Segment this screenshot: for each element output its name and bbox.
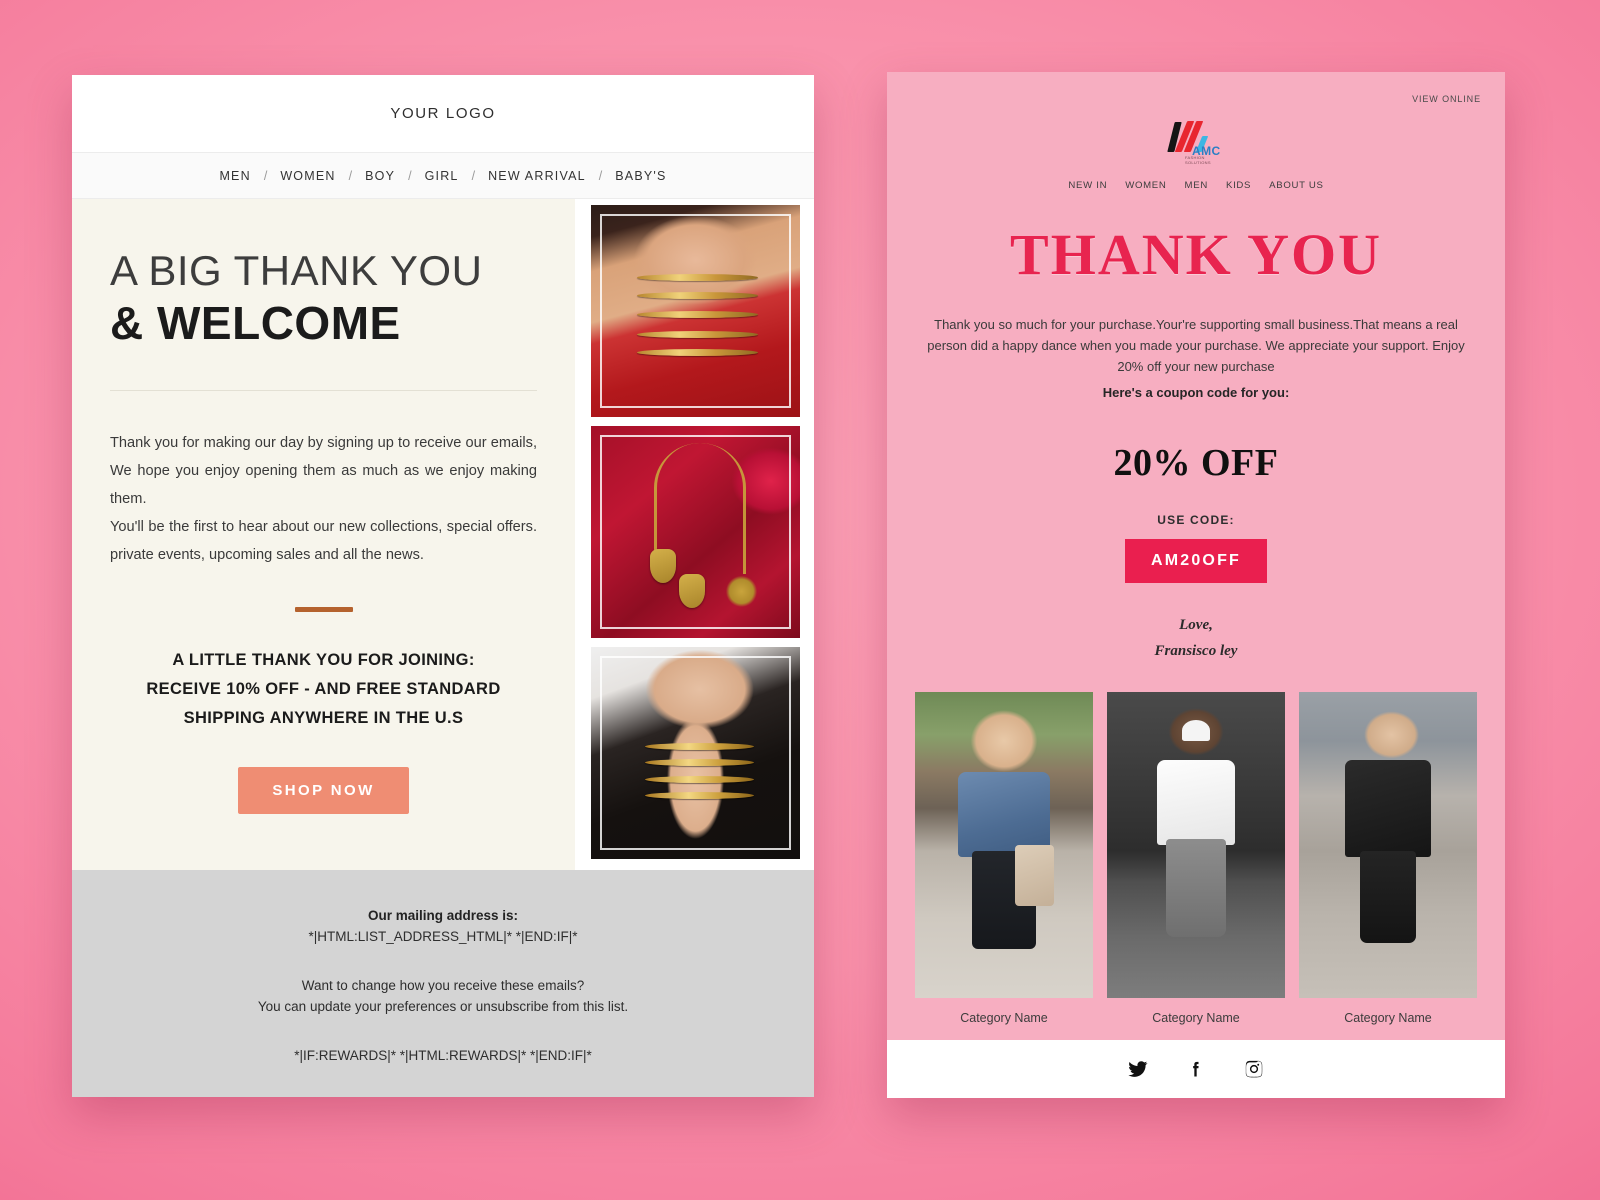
white-tee-shape (1156, 759, 1236, 846)
category-card-1[interactable]: Category Name (915, 692, 1093, 1025)
nav-item-men[interactable]: MEN (217, 169, 252, 183)
category-label-1: Category Name (960, 1011, 1048, 1026)
thank-you-body: Thank you so much for your purchase.Your… (923, 314, 1469, 403)
nav-separator: / (471, 168, 476, 183)
nav-separator: / (263, 168, 268, 183)
social-links-bar (887, 1040, 1505, 1098)
nav-item-babys[interactable]: BABY'S (613, 169, 668, 183)
nav-item-about-us[interactable]: ABOUT US (1269, 180, 1323, 191)
nav-separator: / (348, 168, 353, 183)
shop-now-button[interactable]: SHOP NOW (238, 763, 409, 815)
product-thumbnail-2[interactable] (591, 426, 800, 638)
mailing-address-merge-tag: *|HTML:LIST_ADDRESS_HTML|* *|END:IF|* (308, 929, 578, 944)
product-thumbnail-3[interactable] (591, 647, 800, 859)
coupon-code-badge[interactable]: AM20OFF (1124, 539, 1268, 584)
category-image-3 (1299, 692, 1477, 999)
signature-name: Fransisco ley (1154, 642, 1238, 659)
email-image-column (575, 199, 814, 870)
offer-line-3: SHIPPING ANYWHERE IN THE U.S (183, 709, 464, 728)
earring-right (678, 574, 705, 609)
category-grid: Category Name Category Name Category Nam… (887, 692, 1505, 1025)
brand-logo-text: YOUR LOGO (390, 105, 496, 122)
black-trouser-shape (1359, 851, 1417, 944)
screenshot-stage: YOUR LOGO MEN / WOMEN / BOY / GIRL / NEW… (0, 0, 1600, 1200)
nav-item-kids[interactable]: KIDS (1226, 180, 1251, 191)
view-online-link[interactable]: VIEW ONLINE (887, 72, 1505, 104)
signature-salutation: Love, (1179, 617, 1213, 634)
preferences-link-line[interactable]: You can update your preferences or unsub… (72, 999, 814, 1014)
facebook-icon[interactable] (1186, 1059, 1206, 1079)
email-logo-bar: YOUR LOGO (72, 75, 814, 153)
nav-separator: / (598, 168, 603, 183)
jogger-shape (1165, 839, 1227, 937)
use-code-label: USE CODE: (1157, 513, 1235, 528)
category-image-2 (1107, 692, 1285, 999)
email-body: A BIG THANK YOU & WELCOME Thank you for … (72, 199, 814, 870)
instagram-icon[interactable] (1244, 1059, 1264, 1079)
intro-paragraph-2: You'll be the first to hear about our ne… (110, 519, 537, 564)
nav-separator: / (408, 168, 412, 183)
handbag-shape (1014, 845, 1054, 907)
body-line-1: Thank you so much for your purchase.Your… (934, 317, 1380, 332)
nav-item-girl[interactable]: GIRL (423, 169, 461, 183)
intro-paragraph-1: Thank you for making our day by signing … (110, 434, 537, 507)
gold-chain-overlay-1 (636, 269, 759, 358)
rewards-merge-tag: *|IF:REWARDS|* *|HTML:REWARDS|* *|END:IF… (294, 1048, 592, 1063)
nav-item-new-in[interactable]: NEW IN (1068, 180, 1107, 191)
nav-item-boy[interactable]: BOY (363, 169, 397, 183)
headline-divider (110, 389, 537, 391)
footer-spacer (72, 1014, 814, 1042)
twitter-icon[interactable] (1128, 1059, 1148, 1079)
product-thumbnail-1[interactable] (591, 205, 800, 417)
offer-block: A LITTLE THANK YOU FOR JOINING: RECEIVE … (110, 646, 537, 733)
nav-item-men[interactable]: MEN (1185, 180, 1208, 191)
offer-line-1: A LITTLE THANK YOU FOR JOINING: (172, 651, 475, 670)
intro-paragraphs: Thank you for making our day by signing … (110, 429, 537, 570)
earring-left (649, 548, 676, 583)
footer-spacer (72, 944, 814, 972)
email-footer: Our mailing address is: *|HTML:LIST_ADDR… (72, 870, 814, 1097)
headline-line-2: & WELCOME (110, 297, 401, 350)
black-blazer-shape (1345, 759, 1431, 858)
nav-item-new-arrival[interactable]: NEW ARRIVAL (486, 169, 588, 183)
cap-shape (1181, 719, 1211, 742)
gold-chain-overlay-3 (645, 740, 754, 804)
category-label-3: Category Name (1344, 1011, 1432, 1026)
category-card-3[interactable]: Category Name (1299, 692, 1477, 1025)
coupon-intro-line: Here's a coupon code for you: (1102, 385, 1290, 401)
nav-item-women[interactable]: WOMEN (278, 169, 337, 183)
headline-line-1: A BIG THANK YOU (110, 247, 483, 294)
amc-brand-logo: AMC FASHION SOLUTIONS (1161, 118, 1231, 165)
category-label-2: Category Name (1152, 1011, 1240, 1026)
thank-you-email-card: VIEW ONLINE AMC FASHION SOLUTIONS NEW IN… (887, 72, 1505, 1098)
preferences-question: Want to change how you receive these ema… (301, 978, 585, 993)
coupon-wrapper: AM20OFF (887, 539, 1505, 584)
primary-navigation: MEN / WOMEN / BOY / GIRL / NEW ARRIVAL /… (72, 153, 814, 199)
category-card-2[interactable]: Category Name (1107, 692, 1285, 1025)
mailing-address-label: Our mailing address is: (367, 908, 519, 923)
secondary-navigation: NEW IN WOMEN MEN KIDS ABOUT US (887, 180, 1505, 191)
welcome-email-card: YOUR LOGO MEN / WOMEN / BOY / GIRL / NEW… (72, 75, 814, 1097)
email-copy-column: A BIG THANK YOU & WELCOME Thank you for … (72, 199, 575, 870)
offer-line-2: RECEIVE 10% OFF - AND FREE STANDARD (146, 680, 501, 699)
signature-block: Love, Fransisco ley (887, 613, 1505, 664)
discount-headline: 20% OFF (1113, 442, 1279, 485)
dash-divider (294, 607, 353, 613)
category-image-1 (915, 692, 1093, 999)
nav-item-women[interactable]: WOMEN (1125, 180, 1166, 191)
shop-button-wrapper: SHOP NOW (110, 763, 537, 815)
thank-you-title: THANK YOU (1010, 222, 1382, 287)
logo-tagline: FASHION SOLUTIONS (1185, 155, 1211, 165)
